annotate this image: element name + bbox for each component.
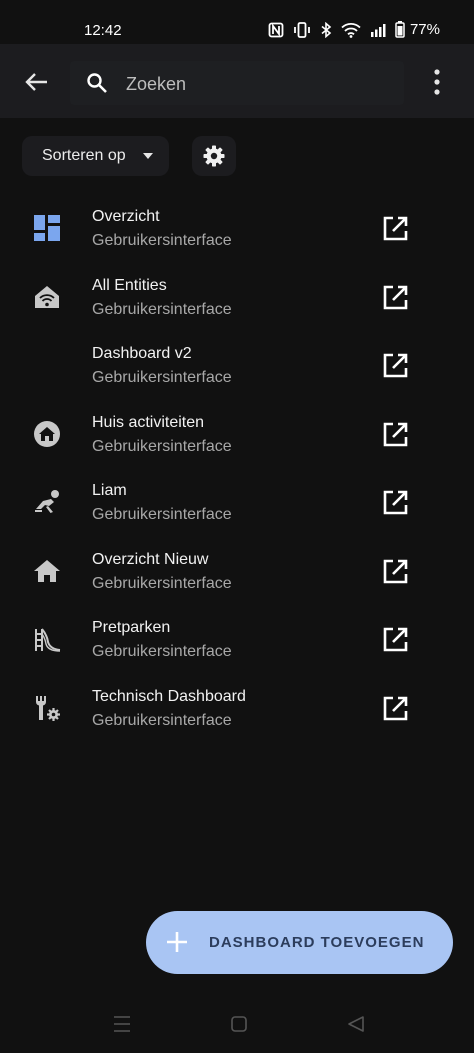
- plus-icon: [167, 932, 187, 952]
- item-subtitle: Gebruikersinterface: [92, 506, 232, 523]
- list-item[interactable]: Liam Gebruikersinterface: [0, 468, 474, 537]
- item-title: Overzicht Nieuw: [92, 550, 209, 568]
- list-item[interactable]: Overzicht Gebruikersinterface: [0, 194, 474, 263]
- back-button[interactable]: [22, 67, 52, 97]
- wrench-cog-icon: [36, 695, 60, 721]
- bluetooth-icon: [321, 21, 332, 38]
- arrow-left-icon: [25, 73, 47, 91]
- item-title: Overzicht: [92, 208, 160, 225]
- view-dashboard-icon: [34, 215, 60, 241]
- list-item[interactable]: Overzicht Nieuw Gebruikersinterface: [0, 537, 474, 606]
- status-bar: 12:42 77%: [0, 0, 474, 44]
- list-item[interactable]: Dashboard v2 Gebruikersinterface: [0, 331, 474, 400]
- app-bar: [0, 44, 474, 118]
- home-circle-icon: [34, 420, 60, 447]
- open-in-new-icon: [383, 559, 408, 583]
- list-item[interactable]: Technisch Dashboard Gebruikersinterface: [0, 674, 474, 743]
- item-subtitle: Gebruikersinterface: [92, 437, 232, 455]
- open-in-new-button[interactable]: [380, 351, 410, 381]
- signal-icon: [370, 23, 386, 37]
- dashboard-list: Overzicht Gebruikersinterface All Entiti…: [0, 194, 474, 742]
- add-dashboard-button[interactable]: DASHBOARD TOEVOEGEN: [146, 911, 453, 974]
- battery-icon: [395, 21, 405, 38]
- open-in-new-icon: [383, 422, 408, 446]
- open-in-new-button[interactable]: [380, 488, 410, 518]
- open-in-new-icon: [383, 627, 408, 652]
- item-title: Dashboard v2: [92, 345, 192, 362]
- overflow-menu-button[interactable]: [424, 67, 450, 97]
- item-subtitle: Gebruikersinterface: [92, 643, 232, 660]
- item-title: Technisch Dashboard: [92, 687, 246, 705]
- item-subtitle: Gebruikersinterface: [92, 300, 232, 318]
- item-subtitle: Gebruikersinterface: [92, 232, 232, 249]
- back-triangle-icon[interactable]: [347, 1015, 365, 1033]
- status-icons: 77%: [268, 21, 440, 38]
- home-icon: [34, 559, 60, 582]
- item-title: All Entities: [92, 276, 167, 294]
- open-in-new-icon: [383, 216, 408, 241]
- sort-button[interactable]: Sorteren op: [22, 136, 169, 176]
- slide-icon: [35, 628, 61, 652]
- person-crawling-icon: [35, 490, 59, 513]
- list-item[interactable]: Pretparken Gebruikersinterface: [0, 605, 474, 674]
- list-item[interactable]: All Entities Gebruikersinterface: [0, 263, 474, 332]
- home-wifi-icon: [35, 285, 59, 308]
- nfc-icon: [268, 22, 284, 37]
- open-in-new-icon: [383, 285, 408, 309]
- open-in-new-icon: [383, 490, 408, 515]
- item-title: Liam: [92, 482, 127, 499]
- item-subtitle: Gebruikersinterface: [92, 369, 232, 386]
- sort-label: Sorteren op: [42, 147, 126, 164]
- open-in-new-button[interactable]: [380, 283, 410, 313]
- open-in-new-button[interactable]: [380, 420, 410, 450]
- item-subtitle: Gebruikersinterface: [92, 711, 232, 729]
- dots-vertical-icon: [434, 69, 440, 95]
- home-square-icon[interactable]: [231, 1016, 247, 1032]
- open-in-new-icon: [383, 353, 408, 378]
- search-icon: [87, 73, 107, 93]
- caret-down-icon: [143, 153, 153, 159]
- status-time: 12:42: [84, 22, 122, 39]
- open-in-new-button[interactable]: [380, 214, 410, 244]
- wifi-icon: [341, 22, 361, 38]
- open-in-new-button[interactable]: [380, 625, 410, 655]
- recents-icon[interactable]: [113, 1015, 131, 1033]
- item-title: Pretparken: [92, 619, 171, 636]
- vibrate-icon: [294, 21, 310, 38]
- search-input[interactable]: [124, 69, 388, 99]
- system-nav-bar: [0, 1000, 474, 1053]
- open-in-new-icon: [383, 696, 408, 720]
- open-in-new-button[interactable]: [380, 557, 410, 587]
- open-in-new-button[interactable]: [380, 694, 410, 724]
- list-item[interactable]: Huis activiteiten Gebruikersinterface: [0, 400, 474, 469]
- settings-button[interactable]: [192, 136, 236, 176]
- add-dashboard-label: DASHBOARD TOEVOEGEN: [209, 934, 425, 951]
- search-box[interactable]: [70, 61, 404, 105]
- gear-icon: [203, 145, 225, 167]
- item-title: Huis activiteiten: [92, 413, 205, 431]
- battery-percentage: 77%: [409, 21, 440, 38]
- item-subtitle: Gebruikersinterface: [92, 574, 232, 592]
